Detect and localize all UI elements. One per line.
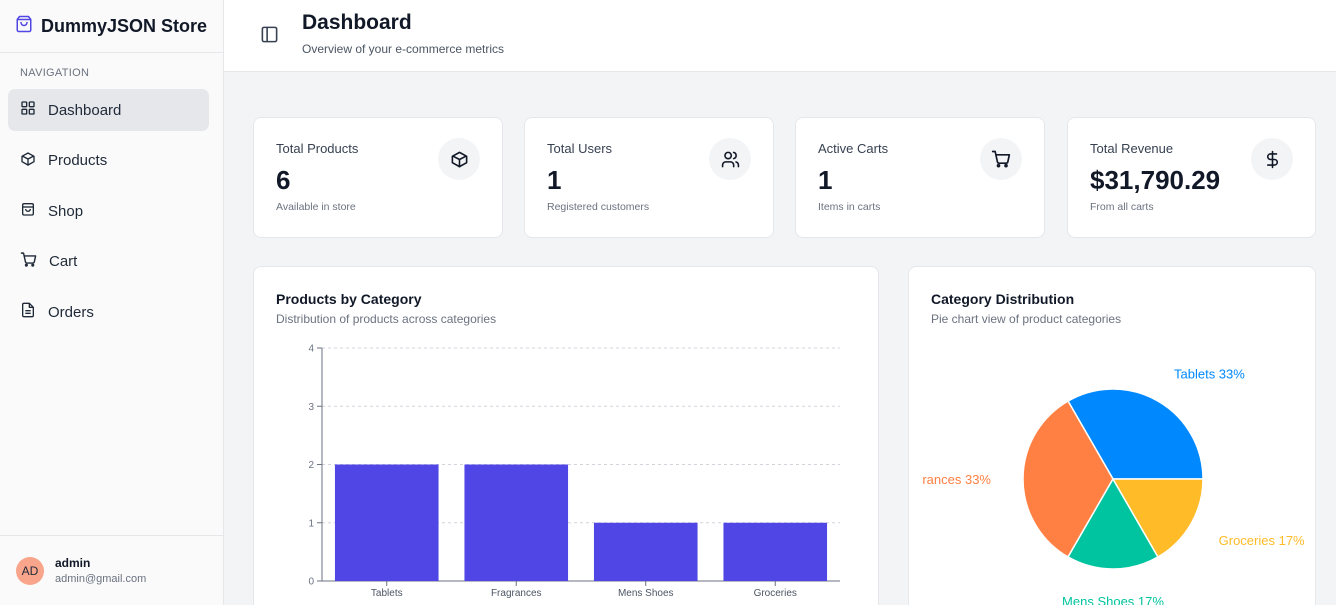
user-name: admin bbox=[55, 556, 91, 570]
stat-note: Available in store bbox=[276, 201, 356, 213]
sidebar-item-cart[interactable]: Cart bbox=[8, 241, 209, 283]
sidebar-item-label: Cart bbox=[49, 253, 78, 270]
user-email: admin@gmail.com bbox=[55, 573, 147, 585]
bar-chart: 0 1 2 3 4 Tablets Fragrances Mens Shoes Grocerie… bbox=[308, 344, 840, 599]
pie-label: Mens Shoes 17% bbox=[1062, 594, 1164, 605]
y-tick-label: 1 bbox=[308, 518, 314, 529]
pie-label: rances 33% bbox=[922, 472, 991, 487]
bar bbox=[464, 464, 569, 581]
cart-icon bbox=[980, 138, 1022, 180]
brand[interactable]: DummyJSON Store bbox=[0, 0, 223, 53]
user-info: admin admin@gmail.com bbox=[55, 556, 146, 585]
dashboard-grid-icon bbox=[20, 100, 36, 120]
y-tick-label: 2 bbox=[308, 460, 314, 471]
y-tick-label: 3 bbox=[308, 402, 314, 413]
x-tick-label: Groceries bbox=[754, 588, 797, 599]
brand-name: DummyJSON Store bbox=[41, 15, 208, 36]
x-tick-label: Fragrances bbox=[491, 588, 542, 599]
pie-chart-panel: Category Distribution Pie chart view of … bbox=[908, 266, 1316, 605]
stat-card-users: Total Users 1 Registered customers bbox=[524, 117, 774, 238]
avatar: AD bbox=[16, 556, 44, 585]
box-icon bbox=[20, 151, 36, 171]
sidebar-item-label: Products bbox=[48, 152, 108, 169]
shopping-bag-icon bbox=[20, 201, 36, 221]
nav-heading: NAVIGATION bbox=[20, 67, 90, 79]
stat-label: Total Products bbox=[276, 141, 359, 156]
sidebar-nav: Dashboard Products Shop Cart Orders bbox=[8, 89, 209, 342]
sidebar: DummyJSON Store NAVIGATION Dashboard Pro… bbox=[0, 0, 224, 605]
pie-label: Tablets 33% bbox=[1174, 366, 1245, 381]
sidebar-item-label: Shop bbox=[48, 202, 84, 220]
stat-label: Active Carts bbox=[818, 141, 889, 156]
user-profile[interactable]: AD admin admin@gmail.com bbox=[0, 535, 223, 605]
x-tick-label: Mens Shoes bbox=[618, 588, 674, 599]
bar bbox=[593, 522, 698, 581]
shopping-bag-icon bbox=[15, 15, 33, 38]
stat-card-carts: Active Carts 1 Items in carts bbox=[795, 117, 1045, 238]
document-icon bbox=[20, 302, 36, 322]
box-icon bbox=[438, 138, 480, 180]
y-tick-label: 0 bbox=[308, 577, 314, 588]
stat-note: Registered customers bbox=[547, 201, 650, 213]
stat-label: Total Users bbox=[547, 141, 613, 156]
y-tick-label: 4 bbox=[308, 344, 314, 355]
x-tick-label: Tablets bbox=[371, 588, 403, 599]
sidebar-item-label: Orders bbox=[48, 303, 94, 321]
stat-value: 6 bbox=[276, 165, 291, 195]
stat-label: Total Revenue bbox=[1090, 141, 1174, 156]
pie-label: Groceries 17% bbox=[1219, 533, 1305, 548]
sidebar-item-dashboard[interactable]: Dashboard bbox=[8, 89, 209, 131]
dollar-icon bbox=[1251, 138, 1293, 180]
cart-icon bbox=[20, 251, 37, 272]
stat-card-products: Total Products 6 Available in store bbox=[253, 117, 503, 238]
stat-value: $31,790.29 bbox=[1090, 165, 1221, 195]
pie-chart: Tablets 33% rances 33% Mens Shoes 17% Groce… bbox=[922, 366, 1305, 605]
bar bbox=[334, 464, 439, 581]
stat-note: Items in carts bbox=[818, 201, 881, 213]
sidebar-item-shop[interactable]: Shop bbox=[8, 190, 209, 232]
stat-value: 1 bbox=[547, 165, 562, 195]
bar bbox=[723, 522, 828, 581]
sidebar-toggle-icon[interactable] bbox=[260, 25, 279, 49]
stat-value: 1 bbox=[818, 165, 833, 195]
stat-note: From all carts bbox=[1090, 201, 1154, 213]
sidebar-item-label: Dashboard bbox=[48, 101, 122, 119]
bar-chart-panel: Products by Category Distribution of pro… bbox=[253, 266, 879, 605]
sidebar-item-orders[interactable]: Orders bbox=[8, 291, 209, 333]
page-header: Dashboard Overview of your e-commerce me… bbox=[224, 0, 1336, 72]
page-subtitle: Overview of your e-commerce metrics bbox=[302, 42, 505, 56]
stat-card-revenue: Total Revenue $31,790.29 From all carts bbox=[1067, 117, 1316, 238]
sidebar-item-products[interactable]: Products bbox=[8, 140, 209, 182]
page-title: Dashboard bbox=[302, 11, 412, 34]
users-icon bbox=[709, 138, 751, 180]
